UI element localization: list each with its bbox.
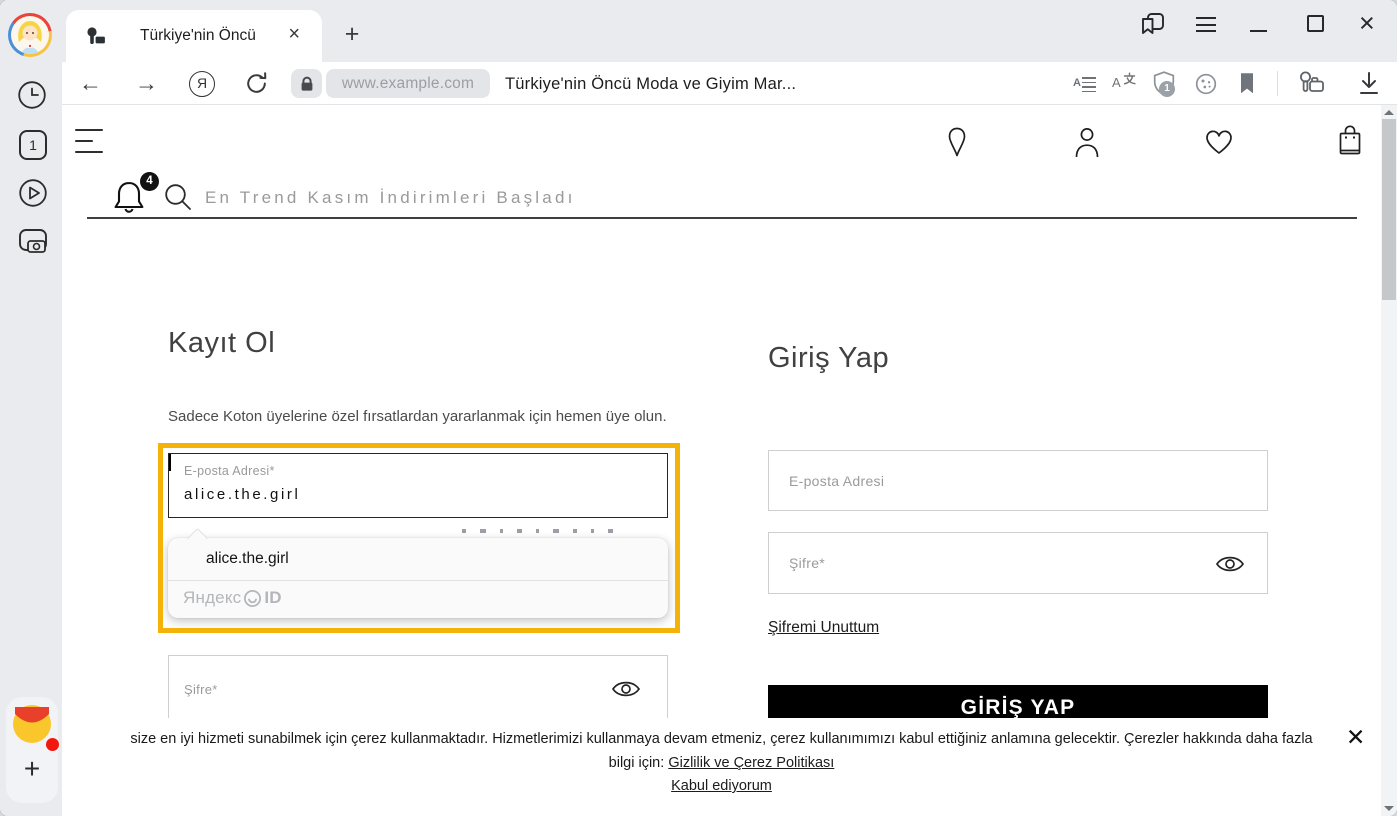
login-password-input[interactable] <box>789 533 1163 593</box>
signup-email-field[interactable]: E-posta Adresi* alice.the.girl <box>168 453 668 518</box>
tab-favicon-icon <box>84 25 108 49</box>
search-icon[interactable] <box>162 181 194 213</box>
search-underline <box>87 217 1357 219</box>
privacy-policy-link[interactable]: Gizlilik ve Çerez Politikası <box>668 755 834 771</box>
signup-password-field[interactable]: Şifre* <box>168 655 668 719</box>
account-person-icon[interactable] <box>1073 125 1101 158</box>
side-panel-icon[interactable] <box>1138 11 1166 39</box>
reader-mode-icon[interactable]: A <box>1073 74 1097 93</box>
site-menu-icon[interactable] <box>75 129 103 162</box>
new-tab-button[interactable]: + <box>337 20 367 50</box>
translate-icon[interactable]: A <box>1112 72 1138 96</box>
autofill-dropdown: alice.the.girl Яндекс ID <box>168 538 668 618</box>
signup-email-label: E-posta Adresi* <box>184 464 275 478</box>
scrollbar-up-arrow[interactable] <box>1384 110 1394 115</box>
tab-count-button[interactable]: 1 <box>19 130 47 160</box>
signup-password-label: Şifre* <box>184 682 218 697</box>
maximize-button[interactable] <box>1307 15 1324 32</box>
notification-bell[interactable]: 4 <box>110 178 162 220</box>
media-play-icon[interactable] <box>18 178 48 208</box>
login-email-input[interactable] <box>789 451 1187 510</box>
download-icon[interactable] <box>1356 70 1382 98</box>
login-password-field[interactable] <box>768 532 1268 594</box>
minimize-button[interactable] <box>1250 30 1267 32</box>
screenshot-camera-icon[interactable] <box>15 223 51 259</box>
forgot-password-link[interactable]: Şifremi Unuttum <box>768 619 879 637</box>
autofill-suggestion[interactable]: alice.the.girl <box>206 550 289 568</box>
dropdown-divider <box>168 580 668 581</box>
login-title: Giriş Yap <box>768 342 889 375</box>
scrollbar-down-arrow[interactable] <box>1384 806 1394 811</box>
sidebar-services-panel: + <box>6 697 58 803</box>
security-lock-badge[interactable] <box>291 69 322 98</box>
mail-notification-dot <box>46 738 59 751</box>
store-locator-pin-icon[interactable] <box>944 125 970 159</box>
bell-badge-count: 4 <box>140 172 159 191</box>
back-button[interactable]: ← <box>79 70 102 97</box>
avatar-girl-illustration <box>11 16 49 54</box>
tab-close-icon[interactable]: × <box>288 23 300 46</box>
browser-tab[interactable]: Türkiye'nin Öncü × <box>66 10 322 62</box>
profile-avatar[interactable] <box>8 13 52 57</box>
toolbar-separator <box>1277 71 1278 96</box>
browser-sidebar <box>0 0 62 816</box>
add-service-button[interactable]: + <box>6 753 58 785</box>
signup-subtitle: Sadece Koton üyelerine özel fırsatlardan… <box>168 408 667 425</box>
browser-menu-icon[interactable] <box>1196 17 1216 37</box>
page-scrollbar[interactable] <box>1381 105 1397 816</box>
password-eye-icon[interactable] <box>611 678 641 700</box>
history-clock-icon[interactable] <box>17 80 47 110</box>
shopping-bag-icon[interactable] <box>1336 123 1364 158</box>
yandex-id-branding: Яндекс ID <box>183 588 282 608</box>
signup-title: Kayıt Ol <box>168 327 275 360</box>
webpage-viewport: 4 En Trend Kasım İndirimleri Başladı Kay… <box>62 105 1381 816</box>
cookie-text-line1: size en iyi hizmeti sunabilmek için çere… <box>62 731 1381 747</box>
shield-badge-count: 1 <box>1159 81 1175 97</box>
cookie-text-line2: bilgi için: Gizlilik ve Çerez Politikası <box>62 755 1381 771</box>
bookmark-filled-icon[interactable] <box>1238 71 1256 96</box>
tab-title: Türkiye'nin Öncü <box>140 27 256 45</box>
cookie-banner: size en iyi hizmeti sunabilmek için çere… <box>62 718 1381 816</box>
signup-email-value: alice.the.girl <box>184 486 300 503</box>
cookie-icon[interactable] <box>1194 72 1218 96</box>
dropdown-notch <box>187 528 208 549</box>
smiley-icon <box>243 589 262 608</box>
keychain-card-icon[interactable] <box>1296 69 1329 99</box>
reload-icon[interactable] <box>243 70 270 97</box>
scrollbar-thumb[interactable] <box>1382 119 1396 300</box>
browser-window: Türkiye'nin Öncü × + × ← → Я www.example… <box>0 0 1397 816</box>
lock-icon <box>299 75 315 93</box>
mail-service-icon[interactable] <box>13 705 51 743</box>
url-field[interactable]: www.example.com <box>326 69 490 98</box>
yandex-search-button[interactable]: Я <box>189 71 215 97</box>
cookie-accept-link[interactable]: Kabul ediyorum <box>671 778 772 794</box>
text-cursor <box>169 454 171 471</box>
adblock-shield-icon[interactable]: 1 <box>1151 70 1178 100</box>
clipped-text-fragment <box>462 529 668 535</box>
page-title: Türkiye'nin Öncü Moda ve Giyim Mar... <box>505 72 796 96</box>
wishlist-heart-icon[interactable] <box>1204 128 1234 156</box>
login-eye-icon[interactable] <box>1215 553 1245 575</box>
cookie-close-icon[interactable]: ✕ <box>1346 724 1365 751</box>
search-input[interactable]: En Trend Kasım İndirimleri Başladı <box>205 188 576 208</box>
forward-button[interactable]: → <box>135 70 158 97</box>
window-close-button[interactable]: × <box>1359 8 1375 39</box>
login-email-field[interactable] <box>768 450 1268 511</box>
cookie-accept-row: Kabul ediyorum <box>62 778 1381 794</box>
